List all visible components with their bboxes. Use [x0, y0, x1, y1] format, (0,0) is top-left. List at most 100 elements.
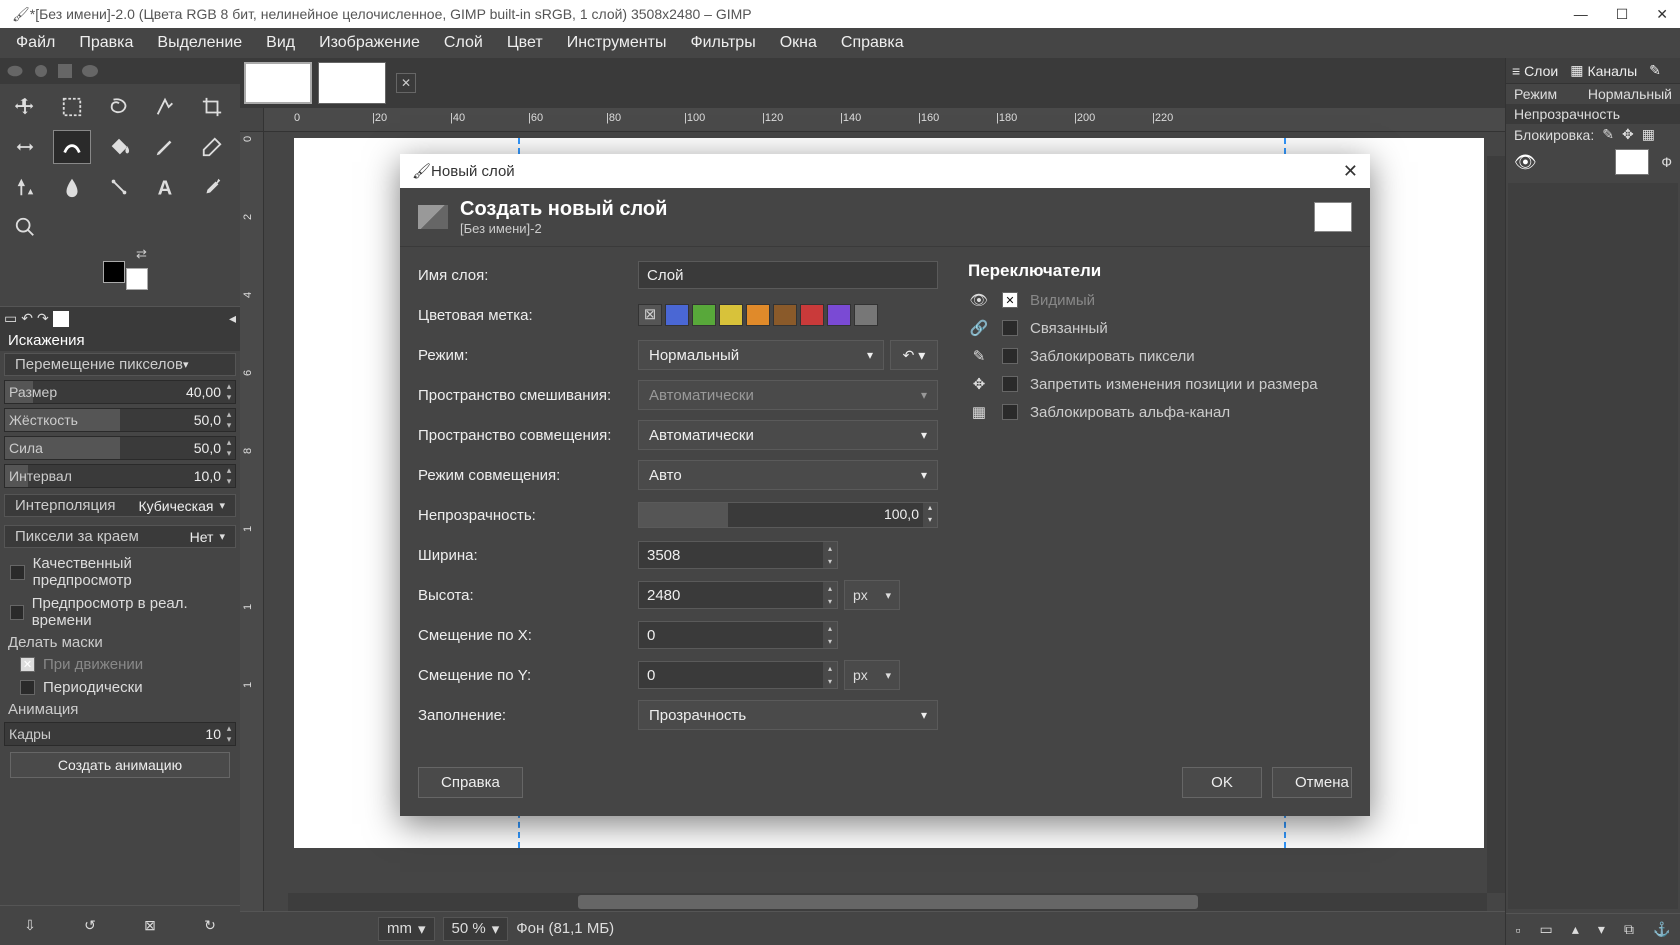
interval-slider[interactable]: Интервал10,0▴▾: [4, 464, 236, 488]
move-mode-select[interactable]: Перемещение пикселов▾: [4, 353, 236, 376]
path-tool[interactable]: [100, 170, 138, 204]
color-tag-5[interactable]: [773, 304, 797, 326]
offset-y-input[interactable]: 0▴▾: [638, 661, 838, 689]
zoom-tool[interactable]: [6, 210, 44, 244]
new-group-icon[interactable]: ▭: [1540, 921, 1553, 938]
color-tag-4[interactable]: [746, 304, 770, 326]
make-animation-button[interactable]: Создать анимацию: [10, 752, 230, 778]
layers-tab[interactable]: ≡ Слои: [1506, 61, 1564, 81]
delete-icon[interactable]: ⊠: [144, 917, 156, 934]
layer-mode-row[interactable]: РежимНормальный: [1506, 84, 1680, 104]
color-tag-0[interactable]: ⊠: [638, 304, 662, 326]
ok-button[interactable]: OK: [1182, 767, 1262, 798]
color-tag-1[interactable]: [665, 304, 689, 326]
document-tab-2[interactable]: [318, 62, 386, 104]
composite-mode-select[interactable]: Авто▾: [638, 460, 938, 490]
mask-periodic-check[interactable]: Периодически: [0, 676, 240, 699]
layer-name[interactable]: Ф: [1661, 154, 1672, 170]
swap-colors-icon[interactable]: ⇄: [136, 246, 147, 262]
layer-row[interactable]: 👁 Ф: [1506, 145, 1680, 179]
crop-tool[interactable]: [193, 90, 231, 124]
frames-field[interactable]: Кадры10▴▾: [4, 722, 236, 746]
help-button[interactable]: Справка: [418, 767, 523, 798]
fuzzy-select-tool[interactable]: [146, 90, 184, 124]
bucket-tool[interactable]: [100, 130, 138, 164]
warp-tool[interactable]: [53, 130, 91, 164]
smudge-tool[interactable]: [53, 170, 91, 204]
lock-alpha-icon[interactable]: ▦: [1642, 126, 1655, 143]
color-tag-2[interactable]: [692, 304, 716, 326]
color-tag-6[interactable]: [800, 304, 824, 326]
horizontal-scrollbar[interactable]: [288, 893, 1487, 911]
transform-tool[interactable]: [6, 130, 44, 164]
menu-layer[interactable]: Слой: [432, 30, 495, 56]
maximize-button[interactable]: ☐: [1616, 6, 1629, 23]
foreground-color[interactable]: [103, 261, 125, 283]
lock-alpha-switch[interactable]: ▦Заблокировать альфа-канал: [968, 403, 1352, 421]
eraser-tool[interactable]: [193, 130, 231, 164]
menu-color[interactable]: Цвет: [495, 30, 555, 56]
save-preset-icon[interactable]: ⇩: [24, 917, 36, 934]
fill-select[interactable]: Прозрачность▾: [638, 700, 938, 730]
color-swatches[interactable]: ⇄: [0, 250, 240, 306]
channels-tab[interactable]: ▦ Каналы: [1564, 60, 1643, 81]
zoom-select[interactable]: 50 %▾: [443, 917, 509, 941]
lock-position-switch[interactable]: ✥Запретить изменения позиции и размера: [968, 375, 1352, 393]
color-tag-8[interactable]: [854, 304, 878, 326]
move-tool[interactable]: [6, 90, 44, 124]
menu-windows[interactable]: Окна: [768, 30, 829, 56]
realtime-preview-check[interactable]: Предпросмотр в реал. времени: [0, 592, 240, 632]
linked-switch[interactable]: 🔗Связанный: [968, 319, 1352, 337]
menu-file[interactable]: Файл: [4, 30, 67, 56]
composite-space-select[interactable]: Автоматически▾: [638, 420, 938, 450]
mode-select[interactable]: Нормальный▾: [638, 340, 884, 370]
free-select-tool[interactable]: [100, 90, 138, 124]
redo-icon[interactable]: ↷: [37, 310, 49, 327]
rect-select-tool[interactable]: [53, 90, 91, 124]
raise-layer-icon[interactable]: ▴: [1572, 921, 1579, 938]
layer-name-input[interactable]: Слой: [638, 261, 938, 289]
cancel-button[interactable]: Отмена: [1272, 767, 1352, 798]
duplicate-layer-icon[interactable]: ⧉: [1624, 921, 1634, 938]
lock-brush-icon[interactable]: ✎: [1602, 126, 1614, 143]
menu-edit[interactable]: Правка: [67, 30, 145, 56]
layer-thumbnail[interactable]: [1615, 149, 1649, 175]
blend-space-select[interactable]: Автоматически▾: [638, 380, 938, 410]
mask-on-move-check[interactable]: ✕При движении: [0, 653, 240, 676]
offset-x-input[interactable]: 0▴▾: [638, 621, 838, 649]
menu-tools[interactable]: Инструменты: [555, 30, 679, 56]
new-layer-icon[interactable]: ▫: [1516, 922, 1521, 938]
merge-layer-icon[interactable]: ⚓: [1653, 921, 1670, 938]
document-tab-1[interactable]: [244, 62, 312, 104]
height-input[interactable]: 2480▴▾: [638, 581, 838, 609]
brush-preview[interactable]: [53, 311, 69, 327]
color-tag-3[interactable]: [719, 304, 743, 326]
width-input[interactable]: 3508▴▾: [638, 541, 838, 569]
lock-pixels-switch[interactable]: ✎Заблокировать пиксели: [968, 347, 1352, 365]
preset-icon[interactable]: ▭: [4, 310, 17, 327]
pencil-tool[interactable]: [146, 130, 184, 164]
vertical-scrollbar[interactable]: [1487, 156, 1505, 893]
close-tab-button[interactable]: ✕: [396, 73, 416, 93]
opacity-slider[interactable]: 100,0▴▾: [638, 502, 938, 528]
unit-select[interactable]: mm▾: [378, 917, 435, 941]
dialog-close-button[interactable]: ✕: [1343, 161, 1358, 182]
horizontal-ruler[interactable]: 0|20|40|60|80|100|120|140|160|180|200|22…: [264, 108, 1505, 132]
hardness-slider[interactable]: Жёсткость50,0▴▾: [4, 408, 236, 432]
color-tag-7[interactable]: [827, 304, 851, 326]
reload-icon[interactable]: ↻: [204, 917, 216, 934]
dialog-titlebar[interactable]: 🖌 Новый слой ✕: [400, 154, 1370, 188]
menu-icon[interactable]: ◂: [229, 310, 236, 327]
visibility-icon[interactable]: 👁: [1514, 152, 1537, 173]
color-picker-tool[interactable]: [193, 170, 231, 204]
menu-help[interactable]: Справка: [829, 30, 916, 56]
size-unit-select[interactable]: px▾: [844, 580, 900, 610]
menu-filters[interactable]: Фильтры: [678, 30, 767, 56]
quality-preview-check[interactable]: Качественный предпросмотр: [0, 552, 240, 592]
force-slider[interactable]: Сила50,0▴▾: [4, 436, 236, 460]
offset-unit-select[interactable]: px▾: [844, 660, 900, 690]
mode-reset-button[interactable]: ↶ ▾: [890, 340, 938, 370]
clone-tool[interactable]: [6, 170, 44, 204]
minimize-button[interactable]: —: [1574, 6, 1588, 23]
layer-opacity-row[interactable]: Непрозрачность: [1506, 104, 1680, 124]
